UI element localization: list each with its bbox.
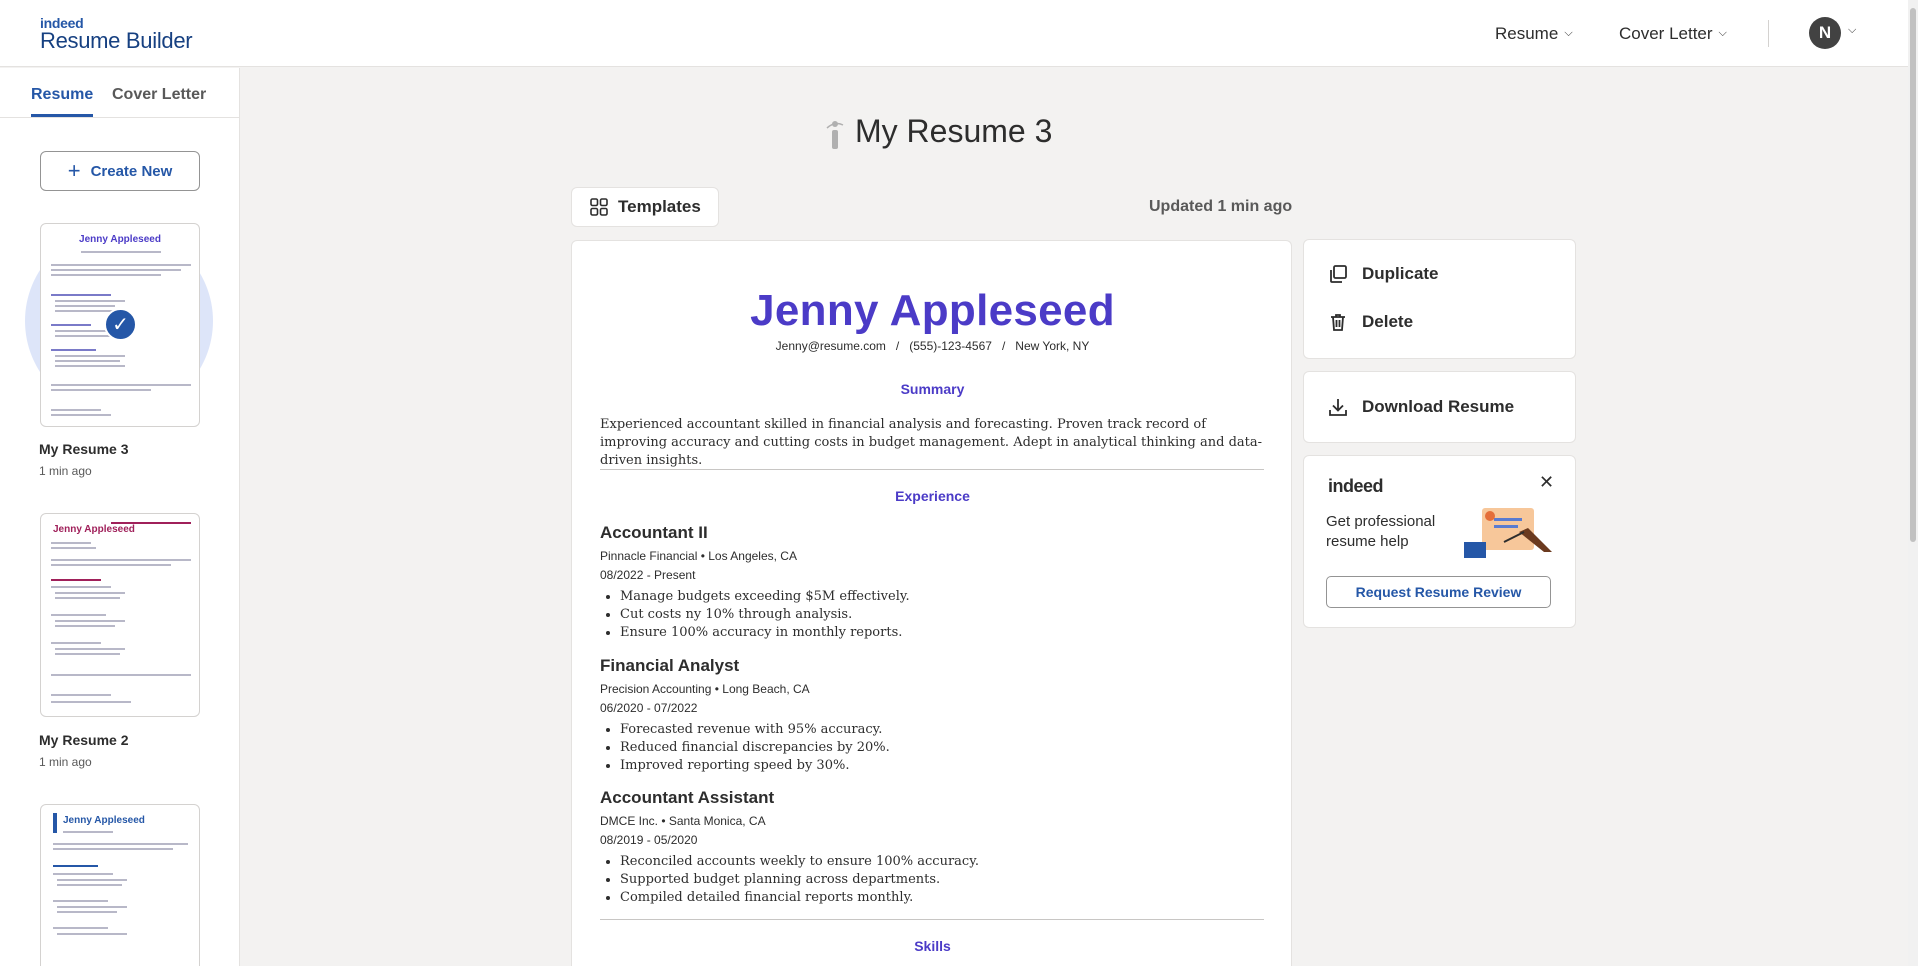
updated-status: Updated 1 min ago <box>1149 198 1293 215</box>
download-resume-button[interactable]: Download Resume <box>1328 397 1514 417</box>
bullet-item: Supported budget planning across departm… <box>620 871 979 889</box>
job-dates: 06/2020 - 07/2022 <box>600 701 698 715</box>
download-icon <box>1329 399 1347 416</box>
resume-thumbnail-3[interactable]: Jenny Appleseed <box>40 804 200 966</box>
indeed-resume-builder-logo[interactable]: indeed Resume Builder <box>40 16 193 53</box>
divider <box>600 469 1264 470</box>
duplicate-button[interactable]: Duplicate <box>1328 264 1439 284</box>
download-label: Download Resume <box>1362 397 1515 416</box>
nav-resume-menu[interactable]: Resume ⌵ <box>1495 0 1573 67</box>
resume-thumbnail-2[interactable]: Jenny Appleseed <box>40 513 200 717</box>
plus-icon: + <box>67 158 81 183</box>
resume-updated-time: 1 min ago <box>39 464 92 478</box>
templates-label: Templates <box>618 197 701 216</box>
thumbnail-name: Jenny Appleseed <box>79 234 161 245</box>
bullet-item: Reduced financial discrepancies by 20%. <box>620 739 890 757</box>
job-title: Accountant Assistant <box>600 788 775 807</box>
job-entry: Accountant II Pinnacle Financial • Los A… <box>600 523 910 642</box>
summary-text: Experienced accountant skilled in financ… <box>600 417 1263 468</box>
bullet-item: Compiled detailed financial reports mont… <box>620 889 979 907</box>
chevron-down-icon: ⌵ <box>1718 27 1727 39</box>
download-card: Download Resume <box>1303 371 1576 443</box>
job-title: Financial Analyst <box>600 656 740 675</box>
job-dates: 08/2019 - 05/2020 <box>600 833 698 847</box>
trash-icon <box>1331 314 1345 331</box>
tab-resume[interactable]: Resume <box>31 86 94 117</box>
resume-name-label[interactable]: My Resume 3 <box>39 441 128 457</box>
bullet-item: Forecasted revenue with 95% accuracy. <box>620 721 890 739</box>
chevron-down-icon[interactable]: ⌵ <box>1848 24 1856 37</box>
job-entry: Accountant Assistant DMCE Inc. • Santa M… <box>600 788 979 907</box>
create-new-label: Create New <box>90 162 173 180</box>
job-entry: Financial Analyst Precision Accounting •… <box>600 656 890 775</box>
job-company: Pinnacle Financial • Los Angeles, CA <box>600 549 797 563</box>
resume-name: Jenny Appleseed <box>750 286 1115 335</box>
bullet-item: Manage budgets exceeding $5M effectively… <box>620 588 910 606</box>
resume-contact: Jenny@resume.com / (555)-123-4567 / New … <box>775 339 1090 353</box>
sidebar: Resume Cover Letter + Create New Jenny A… <box>0 68 240 966</box>
bullet-item: Improved reporting speed by 30%. <box>620 757 890 775</box>
request-resume-review-button[interactable]: Request Resume Review <box>1326 576 1551 608</box>
thumbnail-name: Jenny Appleseed <box>63 815 145 826</box>
delete-label: Delete <box>1362 312 1414 331</box>
nav-resume-label: Resume <box>1495 23 1559 43</box>
section-summary-heading: Summary <box>900 381 965 397</box>
sidebar-tabs: Resume Cover Letter <box>0 68 239 118</box>
thumbnail-name: Jenny Appleseed <box>53 524 135 535</box>
resume-preview[interactable]: Jenny Appleseed Jenny@resume.com / (555)… <box>571 240 1292 966</box>
job-company: Precision Accounting • Long Beach, CA <box>600 682 810 696</box>
section-skills-heading: Skills <box>914 938 951 954</box>
resume-review-illustration-icon <box>1464 508 1552 558</box>
bullet-item: Cut costs ny 10% through analysis. <box>620 606 910 624</box>
create-new-button[interactable]: + Create New <box>40 151 200 191</box>
divider <box>600 919 1264 920</box>
header-divider <box>1768 20 1769 47</box>
selected-check-icon: ✓ <box>104 308 137 341</box>
logo-product-text: Resume Builder <box>40 28 193 53</box>
job-bullets: Forecasted revenue with 95% accuracy. Re… <box>600 721 890 775</box>
job-bullets: Manage budgets exceeding $5M effectively… <box>600 588 910 642</box>
job-dates: 08/2022 - Present <box>600 568 696 582</box>
promo-text: Get professional resume help <box>1326 513 1436 550</box>
resume-name-label[interactable]: My Resume 2 <box>39 732 128 748</box>
duplicate-icon <box>1330 265 1347 283</box>
nav-cover-letter-menu[interactable]: Cover Letter ⌵ <box>1619 0 1727 67</box>
resume-title[interactable]: My Resume 3 <box>855 113 1052 150</box>
indeed-i-icon <box>826 121 844 149</box>
tab-cover-letter[interactable]: Cover Letter <box>112 86 206 104</box>
section-experience-heading: Experience <box>895 488 970 504</box>
resume-actions-card: Duplicate Delete <box>1303 239 1576 359</box>
resume-updated-time: 1 min ago <box>39 755 92 769</box>
nav-cover-letter-label: Cover Letter <box>1619 23 1713 43</box>
templates-button[interactable]: Templates <box>571 187 719 227</box>
bullet-item: Reconciled accounts weekly to ensure 100… <box>620 853 979 871</box>
close-icon[interactable]: ✕ <box>1539 472 1554 493</box>
indeed-logo: indeed <box>1328 476 1384 496</box>
page-scrollbar-thumb[interactable] <box>1910 8 1916 542</box>
bullet-item: Ensure 100% accuracy in monthly reports. <box>620 624 910 642</box>
duplicate-label: Duplicate <box>1362 264 1439 283</box>
delete-button[interactable]: Delete <box>1328 312 1413 332</box>
job-title: Accountant II <box>600 523 708 542</box>
job-bullets: Reconciled accounts weekly to ensure 100… <box>600 853 979 907</box>
avatar[interactable]: N <box>1809 17 1841 49</box>
chevron-down-icon: ⌵ <box>1564 27 1573 39</box>
grid-icon <box>590 198 608 216</box>
promo-card: indeed ✕ Get professional resume help Re… <box>1303 455 1576 628</box>
job-company: DMCE Inc. • Santa Monica, CA <box>600 814 766 828</box>
top-header: indeed Resume Builder Resume ⌵ Cover Let… <box>0 0 1908 67</box>
